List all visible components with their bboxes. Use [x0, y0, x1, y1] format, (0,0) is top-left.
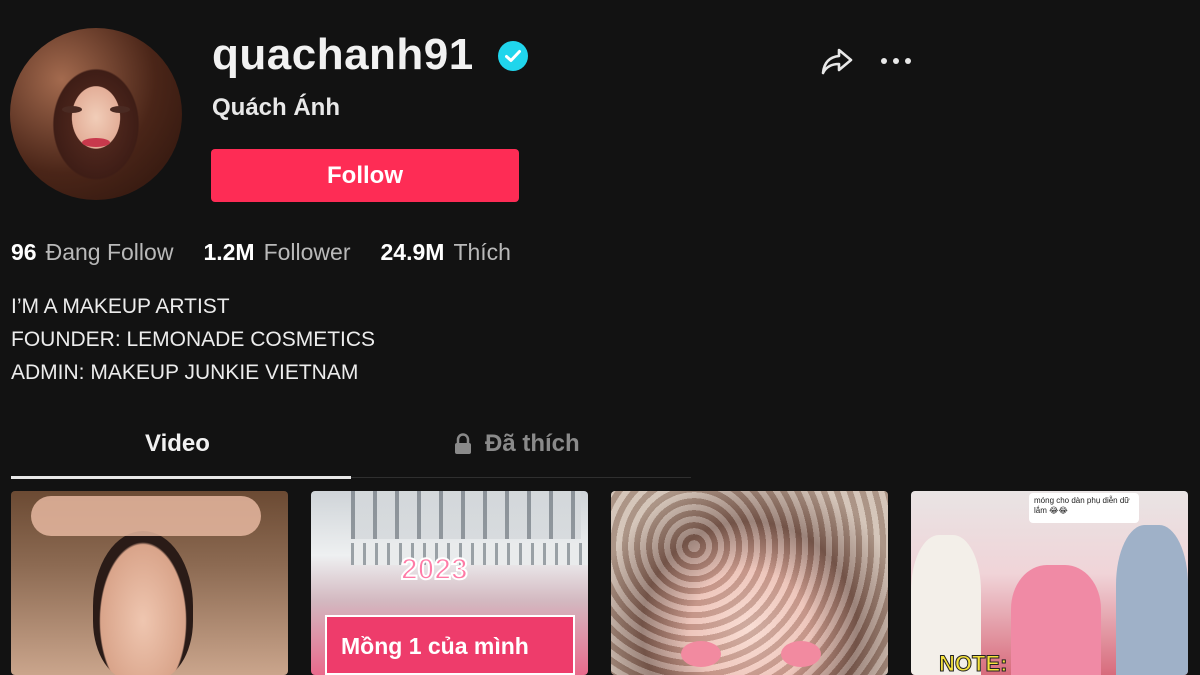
tab-liked-label: Đã thích: [485, 430, 580, 457]
following-label: Đang Follow: [45, 239, 174, 265]
thumbnail-cheek: [781, 641, 821, 667]
thumbnail-cheek: [681, 641, 721, 667]
tab-video[interactable]: Video: [145, 430, 210, 458]
bio: I’M A MAKEUP ARTIST FOUNDER: LEMONADE CO…: [11, 295, 376, 384]
avatar-lips: [82, 138, 110, 147]
following-stat[interactable]: 96 Đang Follow: [11, 239, 173, 266]
avatar-eye: [110, 106, 130, 113]
thumbnail-caption: Mồng 1 của mình: [341, 633, 529, 659]
profile-stats: 96 Đang Follow 1.2M Follower 24.9M Thích: [11, 239, 541, 266]
nickname: Quách Ánh: [212, 94, 341, 121]
thumbnail-hands: [31, 496, 261, 536]
video-thumbnail-2[interactable]: 2023 Mồng 1 của mình: [311, 491, 588, 675]
thumbnail-balcony: [351, 543, 588, 565]
username: quachanh91: [212, 30, 474, 79]
follow-button[interactable]: Follow: [211, 149, 519, 202]
following-count: 96: [11, 239, 37, 265]
tab-liked[interactable]: Đã thích: [453, 430, 580, 458]
thumbnail-year: 2023: [400, 552, 469, 587]
share-icon[interactable]: [820, 44, 854, 78]
video-grid: 2023 Mồng 1 của mình móng cho dàn phụ di…: [11, 491, 1189, 675]
thumbnail-windows: [351, 491, 581, 539]
thumbnail-curls: [611, 491, 888, 675]
likes-count: 24.9M: [380, 239, 445, 265]
verified-icon: [498, 41, 528, 71]
followers-label: Follower: [263, 239, 351, 265]
likes-stat: 24.9M Thích: [381, 239, 511, 266]
avatar-eye: [62, 106, 82, 113]
video-thumbnail-3[interactable]: [611, 491, 888, 675]
followers-count: 1.2M: [203, 239, 255, 265]
thumbnail-person: [1011, 565, 1101, 675]
profile-tabs: Video Đã thích: [11, 420, 691, 479]
thumbnail-note: NOTE:: [938, 651, 1008, 675]
followers-stat[interactable]: 1.2M Follower: [203, 239, 350, 266]
more-icon[interactable]: [880, 52, 914, 70]
video-thumbnail-4[interactable]: móng cho dàn phụ diễn dữ lắm 😂😂 NOTE:: [911, 491, 1188, 675]
lock-icon: [455, 433, 471, 454]
thumbnail-person: [1116, 525, 1188, 675]
thumbnail-comment-bubble: móng cho dàn phụ diễn dữ lắm 😂😂: [1029, 493, 1139, 523]
avatar[interactable]: [10, 28, 182, 200]
active-tab-indicator: [11, 476, 351, 479]
video-thumbnail-1[interactable]: [11, 491, 288, 675]
thumbnail-face: [93, 531, 193, 675]
likes-label: Thích: [453, 239, 511, 265]
